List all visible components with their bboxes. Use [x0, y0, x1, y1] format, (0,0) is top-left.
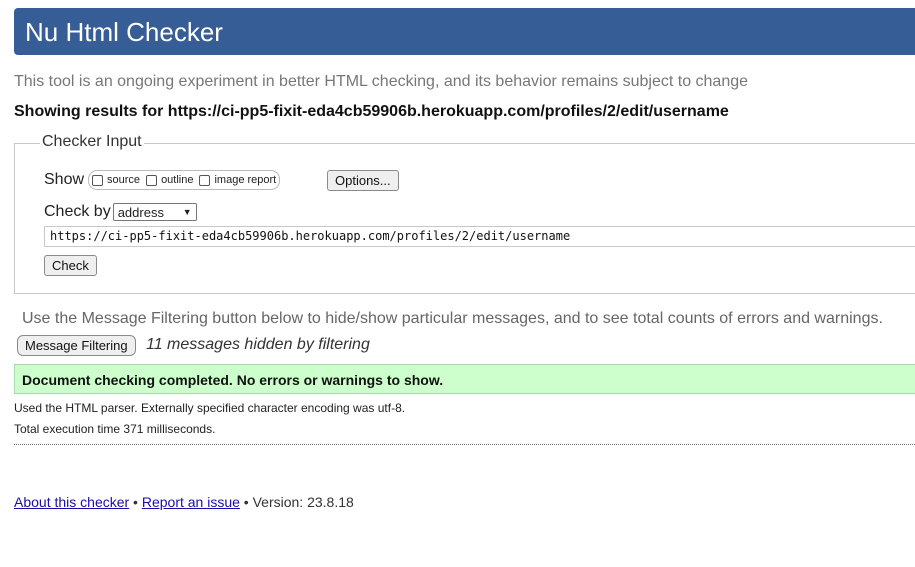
footer: About this checker • Report an issue • V…: [14, 494, 354, 510]
success-message: Document checking completed. No errors o…: [22, 372, 444, 388]
check-by-label: Check by: [44, 203, 111, 220]
checker-input-legend: Checker Input: [40, 133, 144, 151]
results-divider: [14, 444, 915, 445]
check-by-selected-value: address: [117, 204, 164, 220]
show-image-report-option[interactable]: image report: [199, 174, 276, 186]
version-text: • Version: 23.8.18: [239, 494, 354, 510]
outline-checkbox[interactable]: [146, 174, 158, 186]
footer-separator: •: [129, 494, 142, 510]
source-checkbox-label: source: [107, 174, 141, 186]
show-outline-option[interactable]: outline: [146, 174, 193, 186]
showing-results-heading: Showing results for https://ci-pp5-fixit…: [14, 103, 729, 120]
show-options-group: source outline image report: [88, 170, 281, 190]
show-label: Show: [44, 171, 85, 188]
success-banner: Document checking completed. No errors o…: [14, 364, 915, 394]
url-input[interactable]: https://ci-pp5-fixit-eda4cb59906b.heroku…: [44, 226, 915, 247]
filtering-instructions: Use the Message Filtering button below t…: [22, 310, 883, 327]
page-title: Nu Html Checker: [25, 17, 223, 47]
intro-text: This tool is an ongoing experiment in be…: [14, 73, 749, 90]
image-report-checkbox-label: image report: [214, 174, 277, 186]
show-row: Show source outline image report: [44, 170, 281, 190]
hidden-messages-count: 11 messages hidden by filtering: [146, 336, 370, 353]
app-header: Nu Html Checker: [14, 8, 915, 55]
report-issue-link[interactable]: Report an issue: [142, 494, 240, 510]
check-by-select[interactable]: address ▼: [112, 203, 197, 221]
outline-checkbox-label: outline: [161, 174, 194, 186]
about-checker-link[interactable]: About this checker: [14, 494, 129, 510]
options-button[interactable]: Options...: [327, 170, 399, 191]
check-button[interactable]: Check: [44, 255, 97, 276]
execution-time: Total execution time 371 milliseconds.: [14, 422, 216, 436]
source-checkbox[interactable]: [92, 174, 104, 186]
chevron-down-icon: ▼: [182, 207, 192, 217]
check-by-row: Check by address ▼: [44, 203, 197, 221]
image-report-checkbox[interactable]: [199, 174, 211, 186]
show-source-option[interactable]: source: [92, 174, 140, 186]
parser-info: Used the HTML parser. Externally specifi…: [14, 401, 406, 415]
message-filtering-button[interactable]: Message Filtering: [17, 335, 136, 356]
